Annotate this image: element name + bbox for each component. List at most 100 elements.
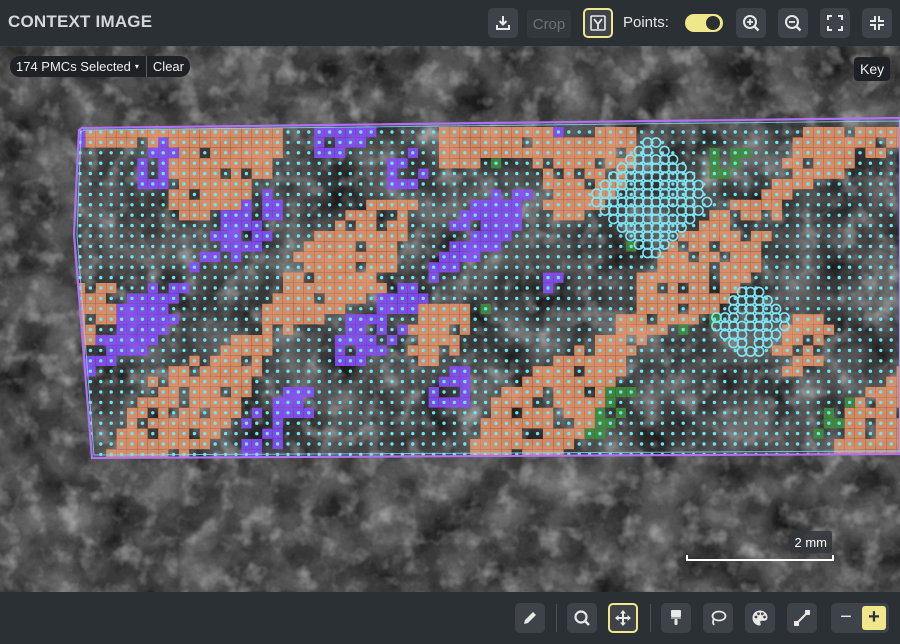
pmc-point: [317, 140, 321, 145]
pmc-point: [639, 442, 644, 446]
lasso-tool-button[interactable]: [703, 603, 733, 633]
pmc-point: [151, 296, 155, 301]
brush-tool-button[interactable]: [661, 603, 691, 633]
pmc-point: [806, 431, 810, 436]
pmc-point: [733, 369, 737, 373]
pmc-point: [608, 359, 613, 363]
pmc-point: [327, 286, 332, 290]
pmc-point: [764, 171, 769, 176]
pmc-point: [868, 255, 873, 259]
pmc-point: [504, 192, 509, 197]
pmc-point: [598, 390, 602, 394]
zoom-in-button[interactable]: [736, 8, 766, 38]
pmc-point: [816, 431, 821, 436]
zoom-out-button[interactable]: [778, 8, 808, 38]
pmc-point: [629, 348, 633, 353]
pmc-point: [837, 182, 841, 186]
collapse-button[interactable]: [862, 8, 892, 38]
pmc-point: [671, 338, 675, 342]
pmc-point: [307, 275, 311, 280]
pmc-point: [723, 379, 727, 384]
clear-selection-button[interactable]: Clear: [147, 59, 190, 74]
pmc-point: [192, 296, 197, 301]
pmc-point: [307, 213, 311, 217]
pmc-point: [473, 244, 477, 249]
pmc-point: [525, 421, 529, 425]
pmc-point: [660, 400, 665, 405]
pmc-point: [764, 151, 769, 155]
key-button[interactable]: Key: [854, 57, 891, 81]
pmc-point: [827, 369, 831, 373]
draw-tool-button[interactable]: [515, 603, 545, 633]
download-icon: [496, 16, 510, 30]
pmc-point: [785, 431, 789, 436]
pmc-point: [650, 359, 654, 363]
pmc-point: [400, 338, 405, 342]
pmc-point: [421, 379, 425, 384]
pmc-point: [296, 379, 301, 384]
pmc-point: [764, 317, 769, 321]
pmc-point: [639, 359, 644, 363]
pmc-point: [879, 182, 883, 186]
pmc-point: [879, 244, 883, 249]
pmc-point: [275, 327, 280, 332]
pmc-point: [307, 296, 311, 301]
zoom-tool-button[interactable]: [567, 603, 597, 633]
pmc-point: [723, 411, 727, 415]
pmc-point: [244, 296, 249, 301]
line-tool-button[interactable]: [787, 603, 817, 633]
pmc-point: [546, 338, 550, 342]
context-image-viewport[interactable]: 174 PMCs Selected ▾ Clear Key 2 mm: [0, 46, 900, 592]
pmc-point: [400, 213, 405, 217]
pmc-point: [816, 286, 821, 290]
pmc-point: [182, 400, 186, 405]
pmc-point: [702, 255, 706, 259]
pmc-point: [879, 265, 883, 269]
pmc-point: [691, 317, 696, 321]
pmc-point: [265, 286, 269, 290]
color-tool-button[interactable]: [745, 603, 775, 633]
brush-size-increase-button[interactable]: +: [862, 606, 886, 630]
panel-header: CONTEXT IMAGE Crop Points:: [0, 0, 900, 46]
selection-mode-button[interactable]: [583, 8, 613, 38]
pmc-point: [691, 421, 696, 425]
pmc-point: [327, 234, 332, 238]
pmc-point: [411, 421, 415, 425]
pmc-point: [525, 203, 529, 207]
pmc-point: [400, 421, 405, 425]
points-toggle[interactable]: [685, 14, 723, 32]
pmc-point: [806, 442, 810, 446]
pmc-point: [452, 203, 457, 207]
pmc-point: [816, 130, 821, 134]
pmc-point: [535, 369, 540, 373]
pmc-point: [691, 390, 696, 394]
pmc-point: [650, 442, 654, 446]
pmc-point: [494, 442, 498, 446]
pmc-point: [754, 431, 758, 436]
pmc-point: [255, 296, 259, 301]
selection-dropdown[interactable]: 174 PMCs Selected ▾: [10, 59, 146, 74]
pmc-point: [296, 140, 301, 145]
pmc-point: [234, 369, 238, 373]
pmc-point: [733, 223, 737, 228]
pmc-point: [650, 286, 654, 290]
pmc-point: [151, 411, 155, 415]
pan-tool-button[interactable]: [608, 603, 638, 633]
pmc-point: [203, 431, 207, 436]
fit-to-view-button[interactable]: [820, 8, 850, 38]
pmc-point: [151, 286, 155, 290]
brush-size-decrease-button[interactable]: −: [835, 606, 857, 630]
pmc-point: [483, 140, 488, 145]
pmc-point: [577, 411, 581, 415]
pmc-point: [99, 452, 103, 457]
pmc-point: [275, 182, 280, 186]
pmc-point: [442, 369, 446, 373]
pmc-point: [213, 286, 217, 290]
export-button[interactable]: [488, 8, 518, 38]
pmc-point: [795, 379, 800, 384]
pmc-point: [296, 359, 301, 363]
crop-button[interactable]: Crop: [527, 10, 571, 38]
pmc-point: [192, 234, 197, 238]
pmc-point: [598, 255, 602, 259]
pmc-point: [837, 338, 841, 342]
